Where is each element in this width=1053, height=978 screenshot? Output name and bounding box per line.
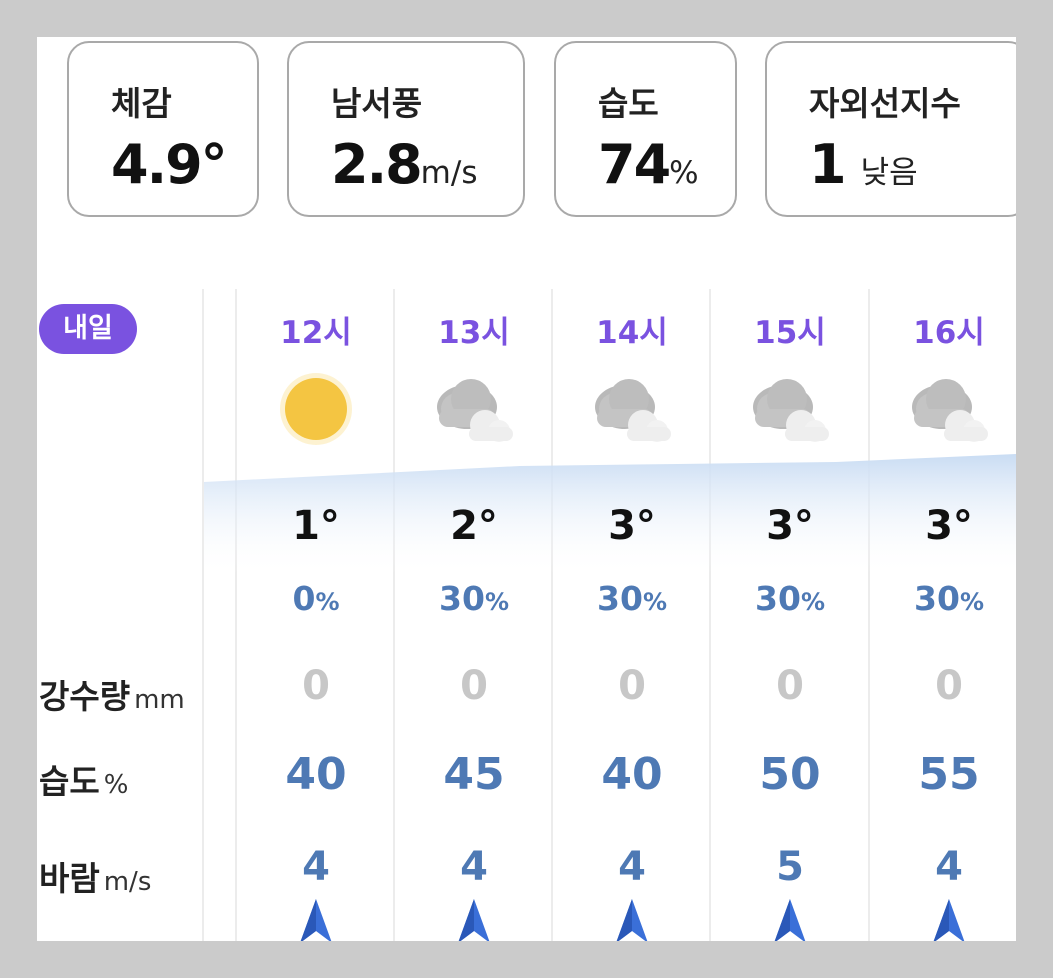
humidity-value: 40: [601, 749, 663, 800]
day-badge[interactable]: 내일: [39, 304, 137, 354]
wind-direction-icon: [237, 897, 395, 941]
rain-amount: 0: [776, 663, 804, 709]
temperature: 3°: [766, 503, 814, 549]
cloud-icon: [553, 369, 711, 449]
hour-column: 12시 1° 0% 0 40 4: [237, 289, 395, 941]
temperature: 1°: [292, 503, 340, 549]
uv-card: 자외선지수 1 낮음: [765, 41, 1016, 217]
humidity-label: 습도: [598, 84, 659, 123]
wind-speed: 4: [618, 844, 646, 890]
wind-value: 2.8: [331, 133, 423, 196]
wind-speed: 5: [776, 844, 804, 890]
precip-probability: 30%: [914, 579, 984, 618]
hour-column: 14시 3° 30% 0 40 4: [553, 289, 711, 941]
humidity-value: 40: [285, 749, 347, 800]
precip-probability: 30%: [439, 579, 509, 618]
uv-value: 1: [809, 133, 847, 196]
uv-label: 자외선지수: [809, 84, 961, 123]
temperature: 3°: [608, 503, 656, 549]
wind-direction-icon: [395, 897, 553, 941]
grid-line: [202, 289, 204, 941]
feels-like-value-group: 4.9°: [111, 133, 228, 196]
hour-column: 16시 3° 30% 0 55 4: [870, 289, 1016, 941]
rain-row-unit: mm: [134, 685, 185, 715]
humidity-value: 50: [759, 749, 821, 800]
humidity-card: 습도 74%: [554, 41, 737, 217]
rain-amount: 0: [460, 663, 488, 709]
wind-label: 남서풍: [331, 84, 423, 123]
humidity-unit: %: [669, 155, 699, 191]
wind-speed: 4: [935, 844, 963, 890]
humidity-value: 55: [918, 749, 980, 800]
wind-speed: 4: [460, 844, 488, 890]
uv-value-group: 1 낮음: [809, 133, 918, 196]
temperature: 2°: [450, 503, 498, 549]
wind-row-title: 바람: [39, 859, 100, 898]
rain-row-title: 강수량: [39, 677, 131, 716]
feels-like-value: 4.9°: [111, 133, 228, 196]
hour-column: 13시 2° 30% 0 45 4: [395, 289, 553, 941]
wind-direction-icon: [553, 897, 711, 941]
precip-probability: 30%: [597, 579, 667, 618]
wind-value-group: 2.8m/s: [331, 133, 477, 196]
wind-direction-icon: [711, 897, 869, 941]
rain-amount: 0: [302, 663, 330, 709]
humidity-row-label: 습도%: [39, 755, 128, 803]
hour-label: 14시: [596, 315, 668, 351]
cloud-icon: [395, 369, 553, 449]
cloud-icon: [711, 369, 869, 449]
rain-row-label: 강수량 mm: [39, 670, 185, 718]
wind-card: 남서풍 2.8m/s: [287, 41, 525, 217]
humidity-value-group: 74%: [598, 133, 699, 196]
humidity-row-unit: %: [103, 770, 129, 800]
feels-like-card: 체감 4.9°: [67, 41, 259, 217]
cloud-icon: [870, 369, 1016, 449]
hour-label: 15시: [754, 315, 826, 351]
rain-amount: 0: [618, 663, 646, 709]
weather-panel: 체감 4.9° 남서풍 2.8m/s 습도 74% 자외선지수 1낮음 내일: [37, 37, 1016, 941]
sun-icon: [237, 369, 395, 449]
humidity-row-title: 습도: [39, 762, 100, 801]
hour-column: 15시 3° 30% 0 50 5: [711, 289, 869, 941]
wind-direction-icon: [870, 897, 1016, 941]
temperature: 3°: [925, 503, 973, 549]
wind-unit: m/s: [420, 155, 478, 191]
rain-amount: 0: [935, 663, 963, 709]
hour-label: 16시: [913, 315, 985, 351]
hour-label: 13시: [438, 315, 510, 351]
hour-label: 12시: [280, 315, 352, 351]
humidity-value: 45: [443, 749, 505, 800]
uv-level: 낮음: [860, 155, 918, 191]
precip-probability: 30%: [755, 579, 825, 618]
wind-speed: 4: [302, 844, 330, 890]
humidity-value: 74: [598, 133, 671, 196]
precip-probability: 0%: [292, 579, 340, 618]
feels-like-label: 체감: [111, 84, 172, 123]
wind-row-unit: m/s: [103, 867, 152, 897]
wind-row-label: 바람 m/s: [39, 852, 151, 900]
